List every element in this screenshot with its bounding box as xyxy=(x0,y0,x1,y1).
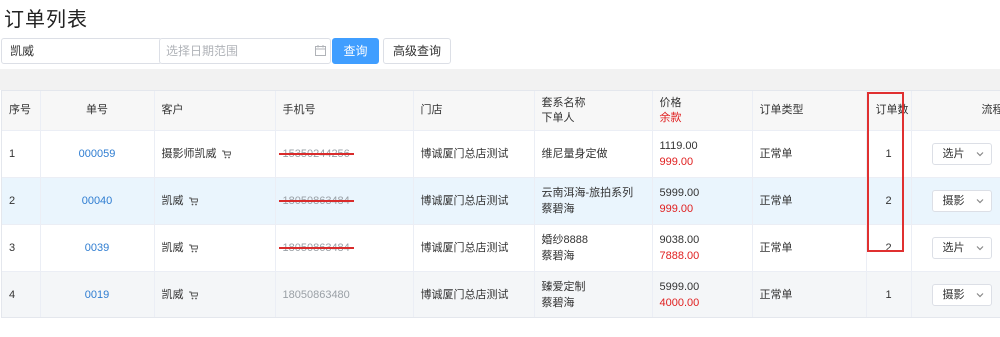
phone-number: 15350244256 xyxy=(278,146,354,162)
orderer-name: 蔡碧海 xyxy=(541,297,575,309)
chevron-down-icon xyxy=(976,246,983,251)
order-type: 正常单 xyxy=(752,177,867,225)
package-name: 臻爱定制 xyxy=(541,281,586,293)
balance: 999.00 xyxy=(659,156,694,168)
cart-icon[interactable] xyxy=(188,197,198,206)
process-select[interactable]: 选片 xyxy=(931,143,992,165)
order-count-highlight-box xyxy=(867,92,904,252)
date-range-picker[interactable]: 选择日期范围 xyxy=(159,38,331,64)
phone-number-text: 18050863480 xyxy=(282,289,350,301)
store-name: 博诚厦门总店测试 xyxy=(413,177,535,225)
customer-name: 摄影师凯威 xyxy=(161,148,217,160)
header-order-type: 订单类型 xyxy=(752,91,867,131)
calendar-icon xyxy=(315,45,326,56)
cart-icon[interactable] xyxy=(221,150,231,159)
header-index: 序号 xyxy=(2,91,41,131)
package-name: 维尼量身定做 xyxy=(541,148,608,160)
order-count: 1 xyxy=(866,271,912,317)
query-button[interactable]: 查询 xyxy=(332,38,379,64)
price: 9038.00 xyxy=(659,234,700,246)
cart-icon[interactable] xyxy=(188,244,198,253)
toolbar-spacer xyxy=(0,69,1000,90)
header-phone: 手机号 xyxy=(275,91,414,131)
customer-name: 凯威 xyxy=(161,242,184,254)
process-select[interactable]: 选片 xyxy=(931,237,992,259)
header-process: 流程 xyxy=(911,91,1000,131)
order-type: 正常单 xyxy=(752,224,867,272)
order-type: 正常单 xyxy=(752,130,867,178)
date-range-placeholder: 选择日期范围 xyxy=(166,44,239,58)
balance: 7888.00 xyxy=(659,250,700,262)
table-row: 2 00040 凯威 18050863484 博诚厦门总店测试 云南洱海-旅拍系… xyxy=(2,177,1000,225)
row-index: 4 xyxy=(2,271,41,317)
order-number-link[interactable]: 0039 xyxy=(85,242,109,254)
header-store: 门店 xyxy=(413,91,535,131)
price: 5999.00 xyxy=(659,281,700,293)
store-name: 博诚厦门总店测试 xyxy=(413,224,535,272)
table-header-row: 序号 单号 客户 手机号 门店 套系名称下单人 价格余款 订单类型 订单数 流程 xyxy=(2,91,1000,131)
order-number-link[interactable]: 000059 xyxy=(79,148,116,160)
table-row: 1 000059 摄影师凯威 15350244256 博诚厦门总店测试 维尼量身… xyxy=(2,130,1000,178)
price: 5999.00 xyxy=(659,187,700,199)
process-select-value: 选片 xyxy=(942,242,965,254)
process-select-value: 摄影 xyxy=(942,289,965,301)
header-package-name: 套系名称 xyxy=(541,96,586,109)
phone-number: 18050863484 xyxy=(278,193,354,209)
row-index: 2 xyxy=(2,177,41,225)
table-row: 4 0019 凯威 18050863480 博诚厦门总店测试 臻爱定制蔡碧海 5… xyxy=(2,271,1000,317)
header-orderer: 下单人 xyxy=(541,111,575,124)
header-balance-label: 余款 xyxy=(659,111,682,124)
package-name: 婚纱8888 xyxy=(541,234,588,246)
store-name: 博诚厦门总店测试 xyxy=(413,130,535,178)
chevron-down-icon xyxy=(976,293,983,298)
order-number-link[interactable]: 00040 xyxy=(82,195,113,207)
price: 1119.00 xyxy=(659,140,698,152)
table-row: 3 0039 凯威 18050863484 博诚厦门总店测试 婚纱8888 蔡碧海… xyxy=(2,224,1000,272)
orderer-name: 蔡碧海 xyxy=(541,250,575,262)
row-index: 3 xyxy=(2,224,41,272)
customer-name: 凯威 xyxy=(161,195,184,207)
header-price-label: 价格 xyxy=(659,96,682,109)
process-select-value: 摄影 xyxy=(942,195,965,207)
header-customer: 客户 xyxy=(154,91,276,131)
chevron-down-icon xyxy=(976,152,983,157)
chevron-down-icon xyxy=(976,199,983,204)
phone-number: 18050863480 xyxy=(283,287,350,303)
phone-number: 18050863484 xyxy=(278,240,354,256)
customer-name: 凯威 xyxy=(161,289,184,301)
customer-search-input[interactable]: 凯威 xyxy=(1,38,162,64)
store-name: 博诚厦门总店测试 xyxy=(413,271,535,317)
orderer-name: 蔡碧海 xyxy=(541,203,575,215)
order-number-link[interactable]: 0019 xyxy=(85,289,109,301)
balance: 999.00 xyxy=(659,203,694,215)
process-select-value: 选片 xyxy=(942,148,965,160)
order-type: 正常单 xyxy=(752,271,867,317)
package-name: 云南洱海-旅拍系列 xyxy=(541,187,634,199)
process-select[interactable]: 摄影 xyxy=(931,284,992,306)
balance: 4000.00 xyxy=(659,297,700,309)
redaction-strike xyxy=(278,200,354,202)
process-select[interactable]: 摄影 xyxy=(931,190,992,212)
advanced-query-button[interactable]: 高级查询 xyxy=(383,38,451,64)
row-index: 1 xyxy=(2,130,41,178)
redaction-strike xyxy=(278,247,354,249)
header-order-no: 单号 xyxy=(40,91,155,131)
cart-icon[interactable] xyxy=(188,291,198,300)
redaction-strike xyxy=(278,153,354,155)
header-price: 价格 余款 xyxy=(652,91,753,131)
header-package: 套系名称 下单人 xyxy=(534,91,653,131)
orders-table: 序号 单号 客户 手机号 门店 套系名称下单人 价格余款 订单类型 订单数 流程… xyxy=(1,90,1000,318)
page-title: 订单列表 xyxy=(4,9,88,31)
